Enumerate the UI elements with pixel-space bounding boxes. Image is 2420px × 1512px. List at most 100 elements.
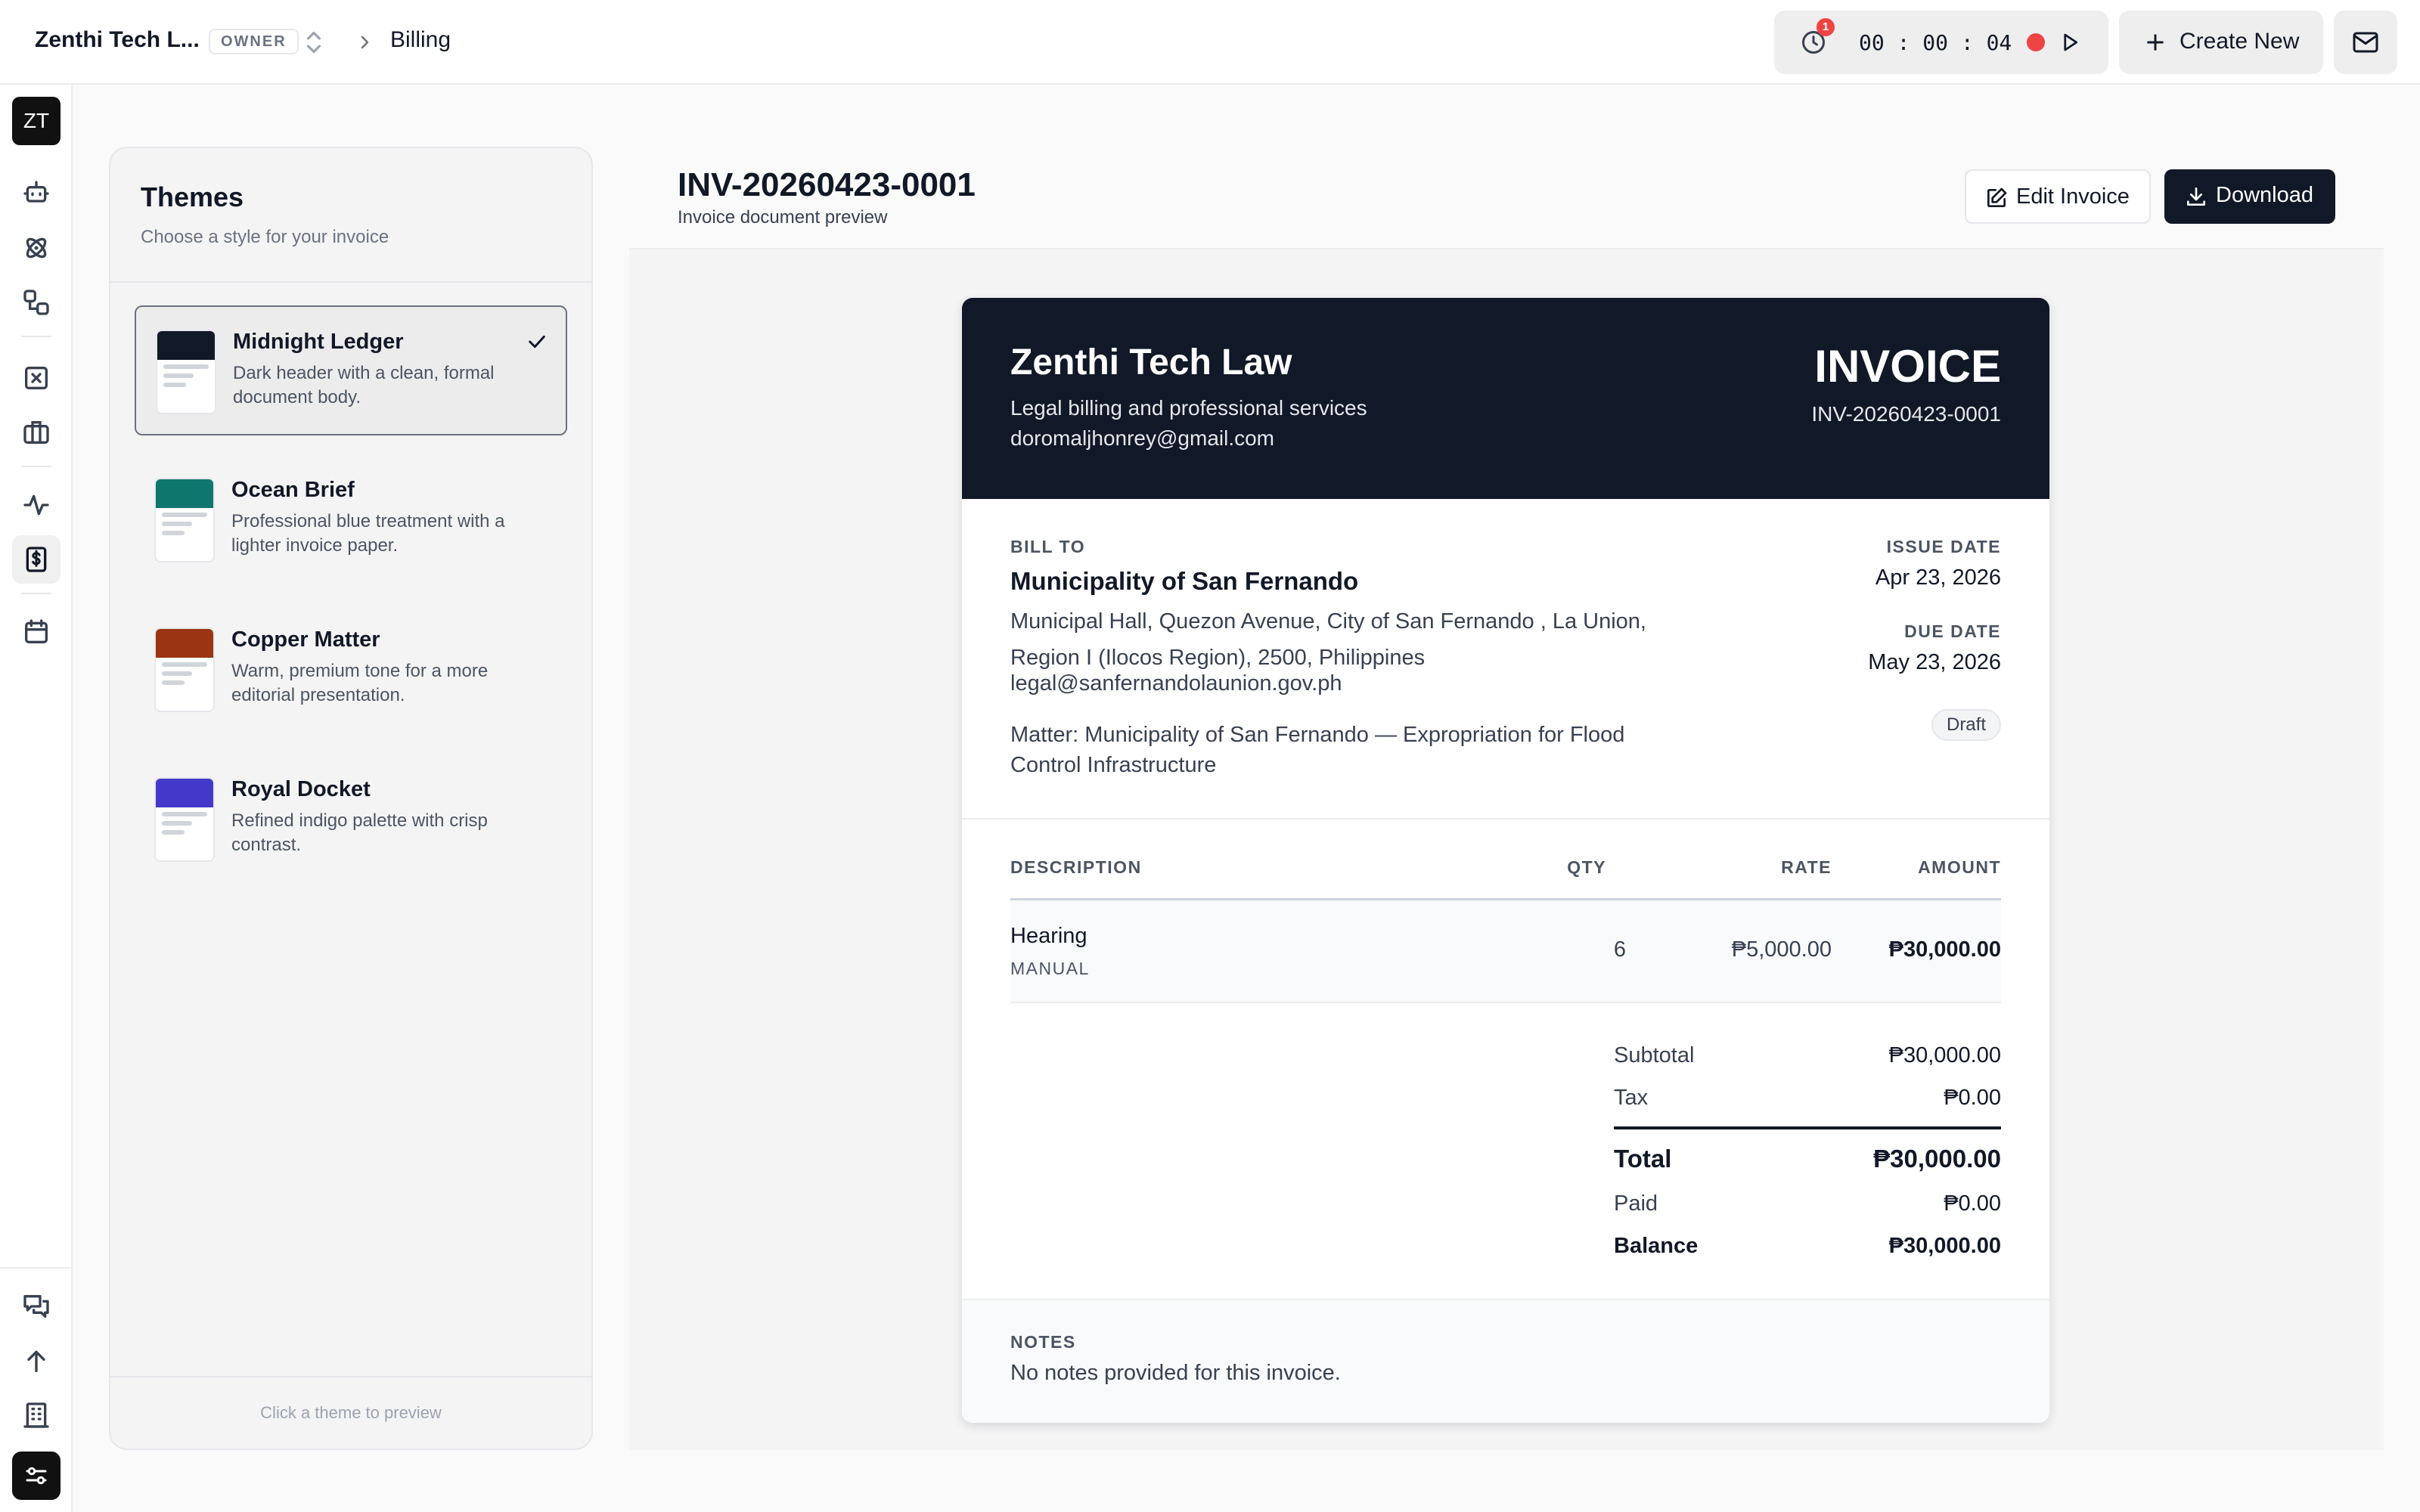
- divider: [110, 1376, 591, 1377]
- theme-description: Refined indigo palette with crisp contra…: [231, 810, 488, 855]
- theme-option-copper-matter[interactable]: Copper Matter Warm, premium tone for a m…: [135, 605, 567, 735]
- issue-date: Apr 23, 2026: [1875, 565, 2001, 590]
- check-icon: [529, 335, 545, 349]
- matter-description: Matter: Municipality of San Fernando — E…: [1010, 723, 1625, 777]
- total-divider: [1614, 1126, 2001, 1129]
- column-header-description: DESCRIPTION: [1010, 857, 1142, 877]
- theme-name: Ocean Brief: [231, 478, 355, 502]
- line-item-qty: 6: [1613, 937, 1626, 962]
- building-icon[interactable]: [21, 1400, 51, 1430]
- subtotal-label: Subtotal: [1614, 1043, 1695, 1067]
- create-new-button[interactable]: Create New: [2119, 11, 2323, 74]
- settings-toggle-icon: [26, 1467, 47, 1485]
- line-item-rate: ₱5,000.00: [1731, 937, 1832, 962]
- briefcase-icon[interactable]: [21, 417, 51, 448]
- firm-email: doromaljhonrey@gmail.com: [1010, 426, 1275, 450]
- column-header-rate: RATE: [1781, 857, 1832, 877]
- client-address: Municipal Hall, Quezon Avenue, City of S…: [1010, 609, 1646, 670]
- download-label: Download: [2216, 183, 2313, 207]
- edit-invoice-button[interactable]: Edit Invoice: [1965, 169, 2151, 224]
- chevron-right-icon: [361, 36, 369, 49]
- theme-thumbnail: [154, 627, 215, 712]
- theme-description: Professional blue treatment with a light…: [231, 511, 505, 556]
- mail-icon: [2353, 32, 2378, 53]
- themes-panel: Themes Choose a style for your invoice M…: [109, 147, 593, 1450]
- column-header-qty: QTY: [1567, 857, 1606, 877]
- invoice-number: INV-20260423-0001: [1811, 402, 2001, 426]
- robot-icon[interactable]: [21, 178, 51, 209]
- subtotal-value: ₱30,000.00: [1888, 1043, 2001, 1067]
- messages-icon[interactable]: [21, 1291, 51, 1321]
- notes-text: No notes provided for this invoice.: [1010, 1361, 1341, 1385]
- theme-thumbnail: [156, 330, 216, 414]
- theme-option-royal-docket[interactable]: Royal Docket Refined indigo palette with…: [135, 754, 567, 885]
- org-name[interactable]: Zenthi Tech L...: [35, 27, 200, 53]
- rail-bottom-divider: [0, 1267, 73, 1269]
- status-badge: Draft: [1931, 709, 2001, 741]
- arrow-up-icon[interactable]: [21, 1346, 51, 1376]
- download-icon: [2187, 187, 2205, 206]
- page-title: INV-20260423-0001: [678, 166, 976, 203]
- activity-icon[interactable]: [21, 490, 51, 520]
- plus-icon: [2147, 34, 2164, 51]
- nav-rail: ZT: [0, 85, 73, 1512]
- invoice-document: Zenthi Tech Law Legal billing and profes…: [962, 298, 2049, 1423]
- edit-icon: [1987, 187, 2007, 207]
- timer-readout: 00 : 00 : 04: [1859, 30, 2012, 55]
- due-date: May 23, 2026: [1868, 650, 2001, 674]
- client-email: legal@sanfernandolaunion.gov.ph: [1010, 671, 1342, 696]
- notification-badge: 1: [1817, 18, 1835, 36]
- theme-description: Dark header with a clean, formal documen…: [233, 363, 495, 407]
- theme-option-midnight-ledger[interactable]: Midnight Ledger Dark header with a clean…: [135, 305, 567, 435]
- create-new-label: Create New: [2180, 29, 2300, 54]
- calendar-icon[interactable]: [21, 617, 51, 647]
- paid-value: ₱0.00: [1944, 1191, 2001, 1216]
- preview-header: INV-20260423-0001 Invoice document previ…: [629, 147, 2384, 249]
- rail-divider: [21, 466, 51, 467]
- tax-value: ₱0.00: [1944, 1086, 2001, 1110]
- breadcrumb[interactable]: Billing: [390, 27, 451, 53]
- theme-option-ocean-brief[interactable]: Ocean Brief Professional blue treatment …: [135, 455, 567, 585]
- firm-tagline: Legal billing and professional services: [1010, 396, 1367, 420]
- download-button[interactable]: Download: [2164, 169, 2335, 224]
- workspace-logo[interactable]: ZT: [12, 97, 60, 145]
- column-header-amount: AMOUNT: [1918, 857, 2001, 877]
- total-value: ₱30,000.00: [1873, 1145, 2001, 1173]
- invoice-dollar-icon[interactable]: [21, 544, 51, 575]
- rail-divider: [21, 593, 51, 594]
- client-name: Municipality of San Fernando: [1010, 567, 1359, 595]
- line-item-type: MANUAL: [1010, 959, 1090, 978]
- record-indicator[interactable]: [2027, 33, 2045, 51]
- square-x-icon[interactable]: [21, 363, 51, 393]
- divider: [962, 818, 2049, 820]
- top-bar: Zenthi Tech L... OWNER Billing 1 00 : 00…: [0, 0, 2420, 85]
- themes-title: Themes: [141, 181, 244, 212]
- invoice-header: Zenthi Tech Law Legal billing and profes…: [962, 298, 2049, 499]
- atom-icon[interactable]: [21, 233, 51, 263]
- issue-date-label: ISSUE DATE: [1886, 537, 2001, 556]
- themes-hint: Click a theme to preview: [260, 1403, 442, 1422]
- paid-label: Paid: [1614, 1191, 1658, 1216]
- balance-value: ₱30,000.00: [1888, 1234, 2001, 1258]
- inbox-button[interactable]: [2334, 11, 2397, 74]
- rail-divider: [21, 336, 51, 337]
- line-item-amount: ₱30,000.00: [1888, 937, 2001, 962]
- bill-to-label: BILL TO: [1010, 537, 1086, 556]
- role-badge: OWNER: [209, 29, 299, 54]
- settings-button[interactable]: [12, 1452, 60, 1500]
- theme-thumbnail: [154, 478, 215, 562]
- play-icon[interactable]: [2059, 30, 2081, 54]
- page-subtitle: Invoice document preview: [678, 207, 888, 228]
- tax-label: Tax: [1614, 1086, 1649, 1110]
- chevron-up-down-icon[interactable]: [302, 27, 325, 57]
- workflow-icon[interactable]: [21, 287, 51, 318]
- theme-description: Warm, premium tone for a more editorial …: [231, 661, 489, 705]
- total-label: Total: [1614, 1145, 1672, 1173]
- table-row: [1010, 900, 2001, 1003]
- theme-name: Midnight Ledger: [233, 330, 404, 354]
- theme-name: Copper Matter: [231, 627, 380, 652]
- due-date-label: DUE DATE: [1904, 621, 2001, 641]
- notes-label: NOTES: [1010, 1332, 1076, 1352]
- balance-label: Balance: [1614, 1234, 1699, 1258]
- themes-subtitle: Choose a style for your invoice: [141, 227, 389, 247]
